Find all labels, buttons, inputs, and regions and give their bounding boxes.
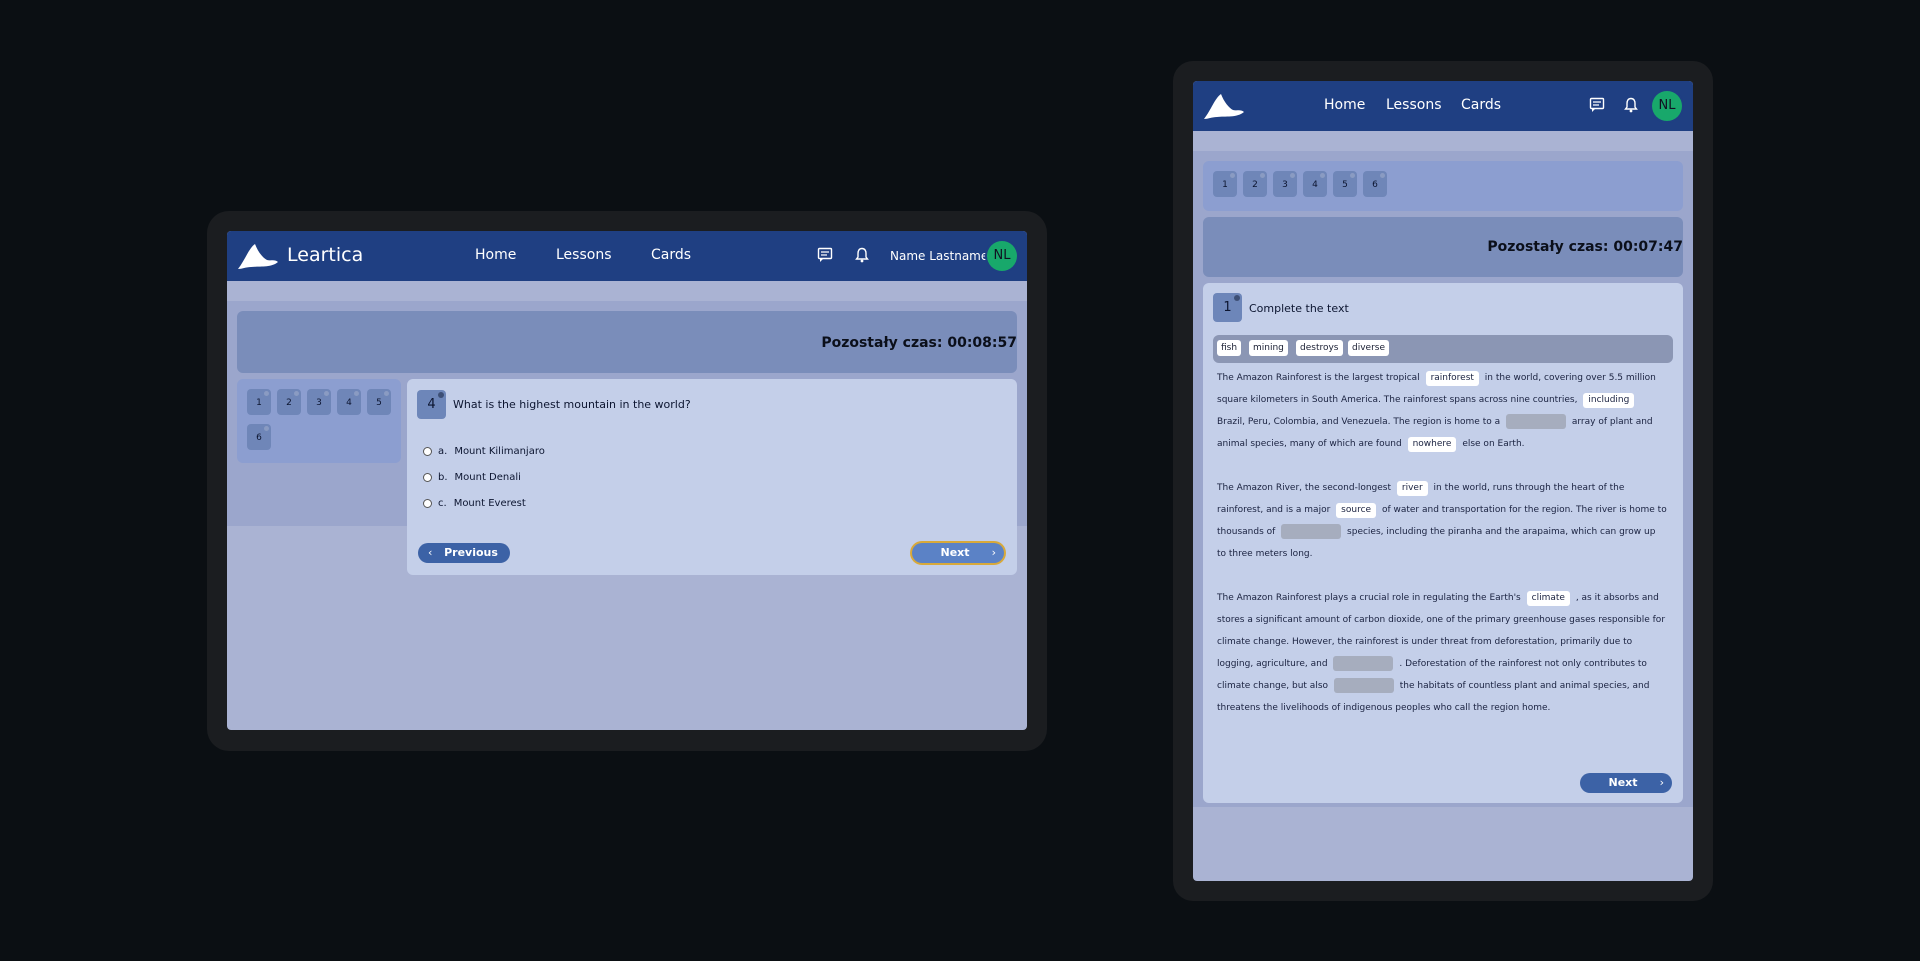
- logo-icon[interactable]: [237, 242, 279, 270]
- question-number-2[interactable]: 2: [1243, 171, 1267, 197]
- question-number-4[interactable]: 4: [1303, 171, 1327, 197]
- avatar[interactable]: NL: [987, 241, 1017, 271]
- question-number-3[interactable]: 3: [1273, 171, 1297, 197]
- chevron-right-icon: ›: [991, 546, 996, 559]
- screen-landscape: Leartica Home Lessons Cards Name Lastnam…: [227, 231, 1027, 730]
- word-chip-fish[interactable]: fish: [1217, 340, 1242, 356]
- question-navigator: 1 2 3 4 5 6: [1203, 161, 1683, 211]
- question-number-6[interactable]: 6: [1363, 171, 1387, 197]
- screen-portrait: Home Lessons Cards NL 1 2 3 4 5 6 Pozost…: [1193, 81, 1693, 881]
- next-button[interactable]: Next ›: [912, 543, 1004, 563]
- filled-blank[interactable]: source: [1336, 503, 1377, 518]
- previous-button[interactable]: ‹ Previous: [418, 543, 510, 563]
- bell-icon[interactable]: [1624, 97, 1638, 113]
- word-bank: fish mining destroys diverse: [1213, 335, 1673, 363]
- chat-icon[interactable]: [817, 247, 833, 263]
- timer-box: Pozostały czas: 00:07:47: [1203, 217, 1683, 277]
- nav-cards[interactable]: Cards: [651, 247, 691, 263]
- question-number-5[interactable]: 5: [1333, 171, 1357, 197]
- filled-blank[interactable]: river: [1396, 481, 1428, 496]
- question-text: What is the highest mountain in the worl…: [453, 398, 691, 411]
- avatar[interactable]: NL: [1652, 91, 1682, 121]
- navbar: Home Lessons Cards NL: [1193, 81, 1693, 131]
- text-paragraph: The Amazon Rainforest is the largest tro…: [1217, 367, 1667, 455]
- chevron-right-icon: ›: [1659, 776, 1664, 789]
- word-chip-mining[interactable]: mining: [1249, 340, 1288, 356]
- navbar: Leartica Home Lessons Cards Name Lastnam…: [227, 231, 1027, 281]
- empty-blank[interactable]: [1333, 678, 1394, 693]
- filled-blank[interactable]: nowhere: [1407, 437, 1457, 452]
- tablet-portrait: Home Lessons Cards NL 1 2 3 4 5 6 Pozost…: [1173, 61, 1713, 901]
- filled-blank[interactable]: rainforest: [1425, 371, 1479, 386]
- filled-blank[interactable]: climate: [1526, 591, 1570, 606]
- nav-lessons[interactable]: Lessons: [1386, 97, 1442, 113]
- option-c[interactable]: c. Mount Everest: [423, 498, 526, 509]
- timer: Pozostały czas: 00:08:57: [821, 335, 1017, 351]
- question-navigator: 1 2 3 4 5 6: [237, 379, 401, 463]
- bell-icon[interactable]: [855, 247, 869, 263]
- question-number-6[interactable]: 6: [247, 424, 271, 450]
- question-number-3[interactable]: 3: [307, 389, 331, 415]
- question-number-5[interactable]: 5: [367, 389, 391, 415]
- question-number-1[interactable]: 1: [1213, 171, 1237, 197]
- nav-home[interactable]: Home: [1324, 97, 1365, 113]
- timer-box: Pozostały czas: 00:08:57: [237, 311, 1017, 373]
- question-number-4[interactable]: 4: [337, 389, 361, 415]
- question-badge: 1: [1213, 293, 1242, 322]
- tablet-landscape: Leartica Home Lessons Cards Name Lastnam…: [207, 211, 1047, 751]
- username[interactable]: Name Lastname: [890, 249, 988, 263]
- chevron-left-icon: ‹: [428, 546, 433, 559]
- word-chip-diverse[interactable]: diverse: [1348, 340, 1390, 356]
- empty-blank[interactable]: [1506, 414, 1566, 429]
- question-number-1[interactable]: 1: [247, 389, 271, 415]
- word-chip-destroys[interactable]: destroys: [1296, 340, 1343, 356]
- question-number-2[interactable]: 2: [277, 389, 301, 415]
- logo-icon[interactable]: [1203, 92, 1245, 120]
- radio-button[interactable]: [423, 447, 432, 456]
- empty-blank[interactable]: [1281, 524, 1342, 539]
- question-text: Complete the text: [1249, 302, 1349, 315]
- radio-button[interactable]: [423, 499, 432, 508]
- question-card: 4 What is the highest mountain in the wo…: [407, 379, 1017, 575]
- brand-name[interactable]: Leartica: [287, 244, 363, 266]
- nav-home[interactable]: Home: [475, 247, 516, 263]
- next-button[interactable]: Next ›: [1580, 773, 1672, 793]
- filled-blank[interactable]: including: [1583, 393, 1635, 408]
- timer: Pozostały czas: 00:07:47: [1487, 239, 1683, 255]
- text-paragraph: The Amazon River, the second-longest riv…: [1217, 481, 1667, 559]
- chat-icon[interactable]: [1589, 97, 1605, 113]
- question-badge: 4: [417, 390, 446, 419]
- option-b[interactable]: b. Mount Denali: [423, 472, 521, 483]
- nav-cards[interactable]: Cards: [1461, 97, 1501, 113]
- question-card: 1 Complete the text fish mining destroys…: [1203, 283, 1683, 803]
- empty-blank[interactable]: [1333, 656, 1394, 671]
- nav-lessons[interactable]: Lessons: [556, 247, 612, 263]
- option-a[interactable]: a. Mount Kilimanjaro: [423, 446, 545, 457]
- radio-button[interactable]: [423, 473, 432, 482]
- text-paragraph: The Amazon Rainforest plays a crucial ro…: [1217, 591, 1666, 713]
